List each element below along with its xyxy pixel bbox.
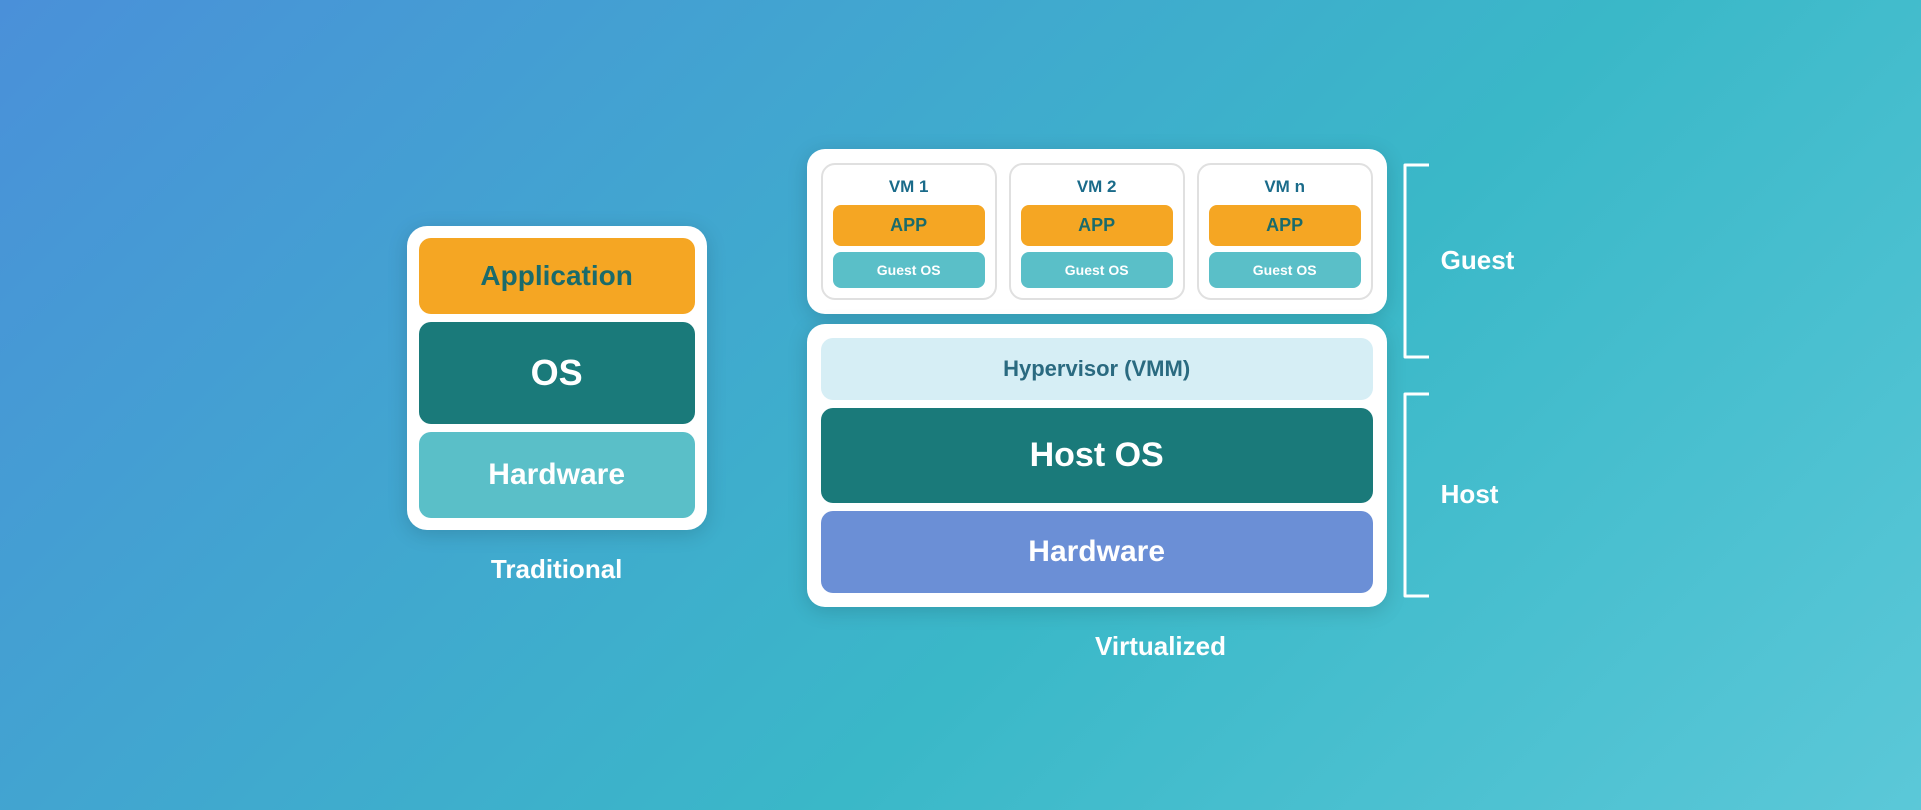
vm2-app: APP <box>1021 205 1173 246</box>
host-bracket-group: Host <box>1401 383 1515 607</box>
vm1-title: VM 1 <box>833 175 985 199</box>
vm2-box: VM 2 APP Guest OS <box>1009 163 1185 300</box>
host-stack: Hypervisor (VMM) Host OS Hardware <box>807 324 1387 607</box>
hardware-layer-traditional: Hardware <box>419 432 695 518</box>
guest-bracket-group: Guest <box>1401 149 1515 373</box>
host-label: Host <box>1441 479 1499 510</box>
os-layer: OS <box>419 322 695 424</box>
vm1-box: VM 1 APP Guest OS <box>821 163 997 300</box>
brackets-area: Guest Host <box>1401 149 1515 607</box>
vm2-title: VM 2 <box>1021 175 1173 199</box>
vmn-box: VM n APP Guest OS <box>1197 163 1373 300</box>
vmn-title: VM n <box>1209 175 1361 199</box>
vm2-guest-os: Guest OS <box>1021 252 1173 288</box>
virtualized-stack-container: VM 1 APP Guest OS VM 2 APP Guest OS VM n… <box>807 149 1387 607</box>
guest-label: Guest <box>1441 245 1515 276</box>
virtualized-label: Virtualized <box>1095 631 1226 662</box>
vmn-guest-os: Guest OS <box>1209 252 1361 288</box>
hypervisor-layer: Hypervisor (VMM) <box>821 338 1373 400</box>
traditional-stack: Application OS Hardware <box>407 226 707 530</box>
vm1-app: APP <box>833 205 985 246</box>
virtualized-section: VM 1 APP Guest OS VM 2 APP Guest OS VM n… <box>807 149 1515 662</box>
traditional-label: Traditional <box>491 554 622 585</box>
diagram-container: Application OS Hardware Traditional VM 1… <box>407 149 1515 662</box>
virtualized-wrapper: VM 1 APP Guest OS VM 2 APP Guest OS VM n… <box>807 149 1515 607</box>
traditional-section: Application OS Hardware Traditional <box>407 226 707 585</box>
guest-bracket-icon <box>1401 161 1429 361</box>
host-os-layer: Host OS <box>821 408 1373 503</box>
host-bracket-icon <box>1401 390 1429 600</box>
application-layer: Application <box>419 238 695 314</box>
vm1-guest-os: Guest OS <box>833 252 985 288</box>
vmn-app: APP <box>1209 205 1361 246</box>
vm-row: VM 1 APP Guest OS VM 2 APP Guest OS VM n… <box>807 149 1387 314</box>
hardware-layer-virt: Hardware <box>821 511 1373 593</box>
